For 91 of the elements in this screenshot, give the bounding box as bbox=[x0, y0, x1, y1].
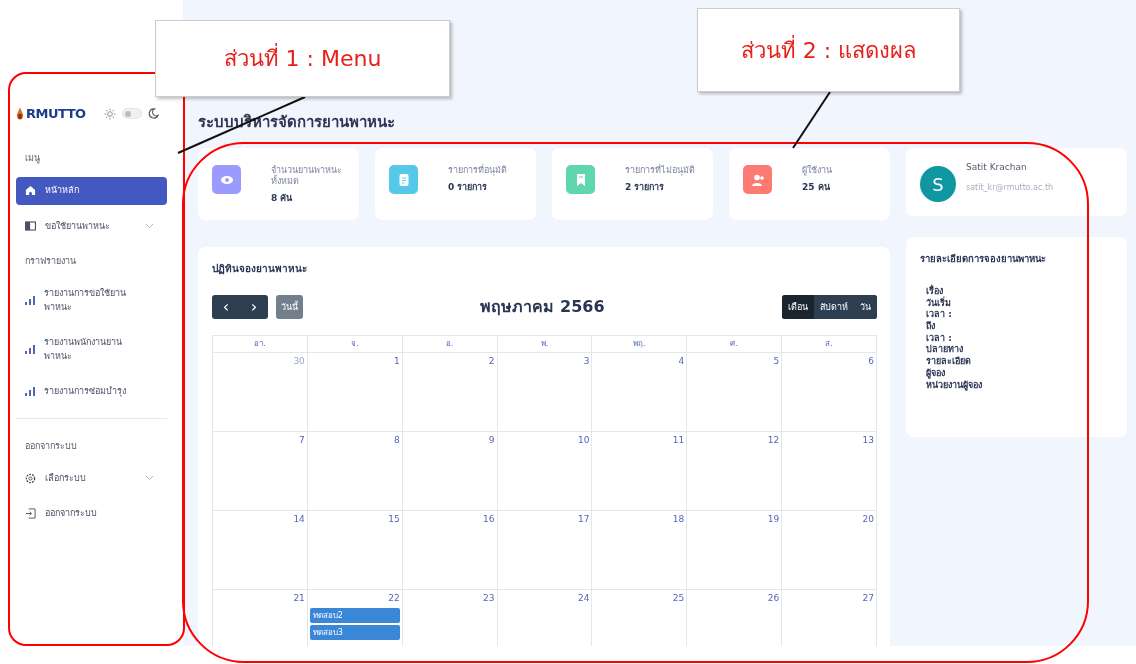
stat-value: 25 คน bbox=[802, 180, 831, 194]
view-tab[interactable]: เดือน bbox=[782, 294, 814, 319]
calendar-title: ปฏิทินจองยานพาหนะ bbox=[212, 262, 308, 276]
weekday-header: อ. bbox=[402, 336, 498, 353]
sidebar-item[interactable]: ขอใช้ยานพาหนะ bbox=[16, 212, 167, 240]
day-number: 15 bbox=[388, 514, 400, 524]
day-number: 3 bbox=[583, 356, 590, 366]
day-number: 26 bbox=[767, 593, 780, 603]
weekday-header: จ. bbox=[307, 336, 403, 353]
user-name: Satit Krachan bbox=[966, 162, 1028, 172]
callout-label: ส่วนที่ 1 : Menu bbox=[155, 20, 450, 97]
stat-value: 8 คัน bbox=[271, 191, 294, 205]
detail-label: หน่วยงานผู้จอง bbox=[926, 379, 983, 392]
day-number: 25 bbox=[672, 593, 685, 603]
stat-label: รายการที่ไม่อนุมัติ bbox=[625, 165, 696, 176]
menu-section-heading: เมนู bbox=[25, 152, 41, 165]
sun-icon bbox=[103, 107, 116, 120]
user-email: satit_kr@rmutto.ac.th bbox=[966, 183, 1054, 192]
day-number: 5 bbox=[773, 356, 780, 366]
settings-icon bbox=[25, 472, 36, 484]
day-number: 22 bbox=[388, 593, 400, 603]
day-number: 19 bbox=[767, 514, 780, 524]
day-number: 10 bbox=[577, 435, 590, 445]
day-number: 12 bbox=[767, 435, 780, 445]
previous-button[interactable]: ‹ bbox=[212, 294, 240, 319]
next-button[interactable]: › bbox=[240, 294, 268, 319]
weekday-header: ส. bbox=[782, 336, 877, 353]
day-number: 9 bbox=[488, 435, 495, 445]
day-number: 17 bbox=[577, 514, 590, 524]
bar-chart-icon bbox=[25, 296, 35, 305]
day-number: 8 bbox=[393, 435, 400, 445]
day-number: 13 bbox=[862, 435, 874, 445]
stat-label: รายการที่อนุมัติ bbox=[448, 165, 508, 176]
day-number: 14 bbox=[293, 514, 305, 524]
callout-label: ส่วนที่ 2 : แสดงผล bbox=[697, 8, 960, 92]
detail-label: เรื่อง bbox=[926, 286, 944, 296]
day-number: 11 bbox=[672, 435, 685, 445]
weekday-header: พฤ. bbox=[592, 336, 688, 353]
moon-icon bbox=[147, 108, 159, 119]
detail-label: ถึง bbox=[926, 321, 936, 333]
calendar-event[interactable]: ทดสอบ2 bbox=[309, 608, 400, 623]
day-number: 30 bbox=[293, 356, 305, 366]
sidebar-item[interactable]: รายงานพนักงานยานพาหนะ bbox=[16, 329, 167, 370]
theme-toggle[interactable] bbox=[121, 108, 142, 119]
detail-label: ปลายทาง bbox=[926, 344, 964, 356]
detail-label: ผู้จอง bbox=[926, 367, 945, 379]
chevron-down-icon bbox=[145, 223, 154, 230]
sidebar-item[interactable]: รายงานการซ่อมบำรุง bbox=[16, 378, 167, 406]
menu-section-heading: กราฟรายงาน bbox=[25, 255, 77, 268]
detail-label: เวลา : bbox=[926, 309, 953, 321]
logout-icon bbox=[25, 508, 36, 520]
day-number: 18 bbox=[672, 514, 685, 524]
day-number: 6 bbox=[868, 356, 874, 366]
today-button[interactable]: วันนี้ bbox=[276, 294, 303, 319]
bar-chart-icon bbox=[25, 345, 35, 354]
menu-section-heading: ออกจากระบบ bbox=[25, 439, 78, 453]
stat-label: จำนวนยานพาหนะทั้งหมด bbox=[271, 165, 343, 187]
day-number: 7 bbox=[299, 435, 305, 445]
day-number: 20 bbox=[862, 514, 874, 524]
leader-line bbox=[792, 91, 831, 149]
stat-value: 2 รายการ bbox=[625, 180, 666, 194]
details-title: รายละเอียดการจองยานพาหนะ bbox=[920, 252, 1047, 266]
sidebar-item[interactable]: รายงานการขอใช้ยานพาหนะ bbox=[16, 280, 167, 321]
home-icon bbox=[25, 185, 36, 197]
day-number: 16 bbox=[483, 514, 495, 524]
sidebar-item[interactable]: หน้าหลัก bbox=[16, 177, 167, 205]
book-icon bbox=[25, 221, 36, 232]
logo-text: RMUTTO bbox=[26, 106, 86, 121]
month-title: พฤษภาคม 2566 bbox=[479, 296, 606, 318]
day-number: 21 bbox=[293, 593, 305, 603]
sidebar-item[interactable]: ออกจากระบบ bbox=[16, 500, 167, 528]
chevron-down-icon bbox=[145, 475, 154, 482]
stat-label: ผู้ใช้งาน bbox=[802, 165, 833, 176]
detail-label: วันเริ่ม bbox=[926, 297, 952, 310]
avatar: S bbox=[920, 166, 956, 202]
day-number: 23 bbox=[483, 593, 495, 603]
day-number: 4 bbox=[678, 356, 685, 366]
weekday-header: ศ. bbox=[687, 336, 783, 353]
detail-label: รายละเอียด bbox=[926, 356, 972, 368]
calendar-event[interactable]: ทดสอบ3 bbox=[309, 625, 400, 640]
day-number: 27 bbox=[862, 593, 874, 603]
sidebar-item[interactable]: เลือกระบบ bbox=[16, 464, 167, 492]
day-number: 24 bbox=[577, 593, 590, 603]
day-number: 1 bbox=[393, 356, 400, 366]
weekday-header: พ. bbox=[497, 336, 593, 353]
day-number: 2 bbox=[488, 356, 495, 366]
bar-chart-icon bbox=[25, 387, 35, 397]
logo-emblem-icon bbox=[16, 106, 24, 121]
weekday-header: อา. bbox=[213, 336, 308, 353]
stat-value: 0 รายการ bbox=[448, 180, 489, 194]
detail-label: เวลา : bbox=[926, 332, 953, 344]
